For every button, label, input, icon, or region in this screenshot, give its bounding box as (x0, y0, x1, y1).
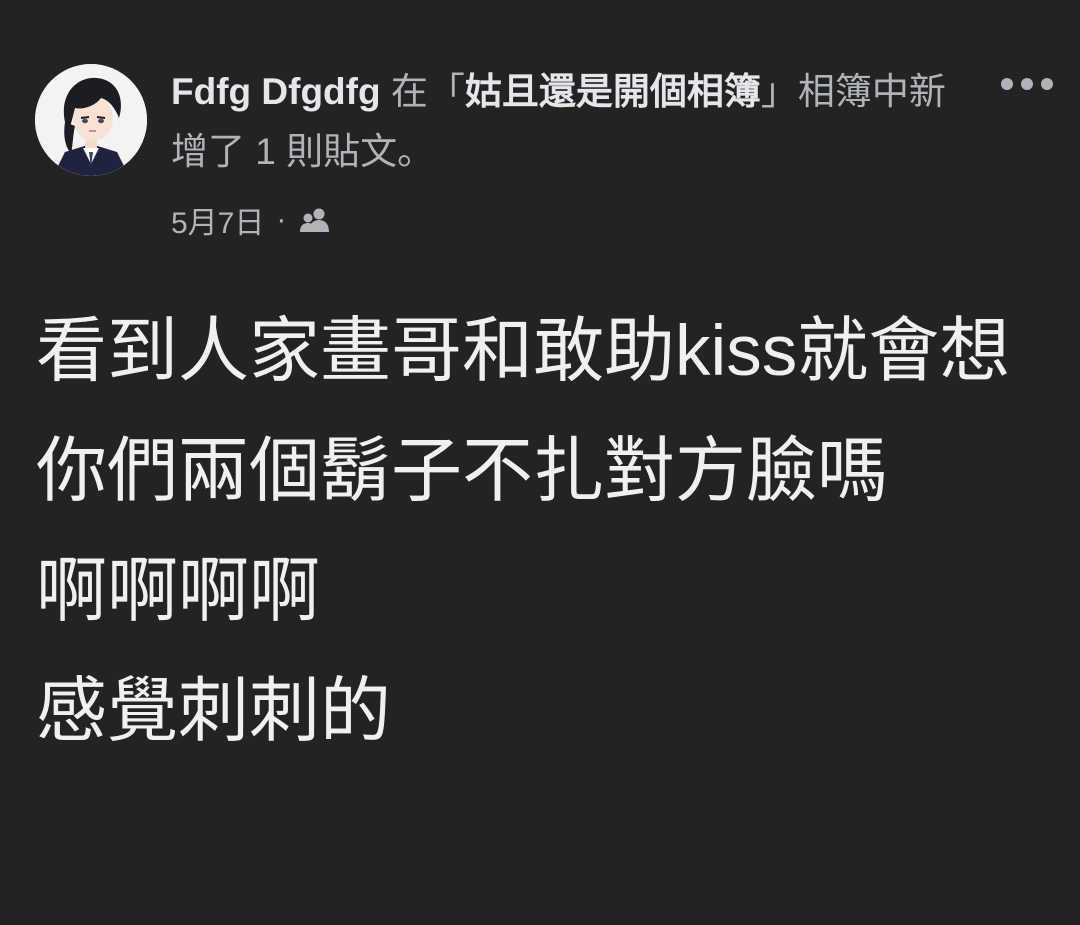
more-options-button[interactable] (997, 64, 1057, 104)
post-line-4: 感覺刺刺的 (36, 672, 392, 751)
post-line-3: 啊啊啊啊 (36, 552, 321, 631)
action-prefix: 在「 (380, 71, 465, 112)
post-header-text: Fdfg Dfgdfg 在「姑且還是開個相簿」相簿中新增了 1 則貼文。 (171, 62, 951, 182)
post-line-1: 看到人家畫哥和敢助kiss就會想 (36, 312, 1011, 391)
post-date[interactable]: 5月7日 (171, 198, 264, 242)
author-avatar[interactable] (35, 64, 147, 176)
post-body: 看到人家畫哥和敢助kiss就會想 你們兩個鬍子不扎對方臉嗎 啊啊啊啊 感覺刺刺的 (36, 292, 1026, 772)
author-name[interactable]: Fdfg Dfgdfg (171, 71, 381, 112)
post-header: Fdfg Dfgdfg 在「姑且還是開個相簿」相簿中新增了 1 則貼文。 5月7… (35, 62, 1053, 252)
friends-icon[interactable] (298, 207, 332, 233)
post-meta: 5月7日 · (171, 198, 332, 242)
more-horizontal-icon (1001, 78, 1053, 90)
anime-portrait-icon (35, 64, 147, 176)
meta-separator: · (276, 203, 287, 236)
album-name-link[interactable]: 姑且還是開個相簿 (465, 71, 761, 112)
post-line-2: 你們兩個鬍子不扎對方臉嗎 (36, 432, 889, 511)
